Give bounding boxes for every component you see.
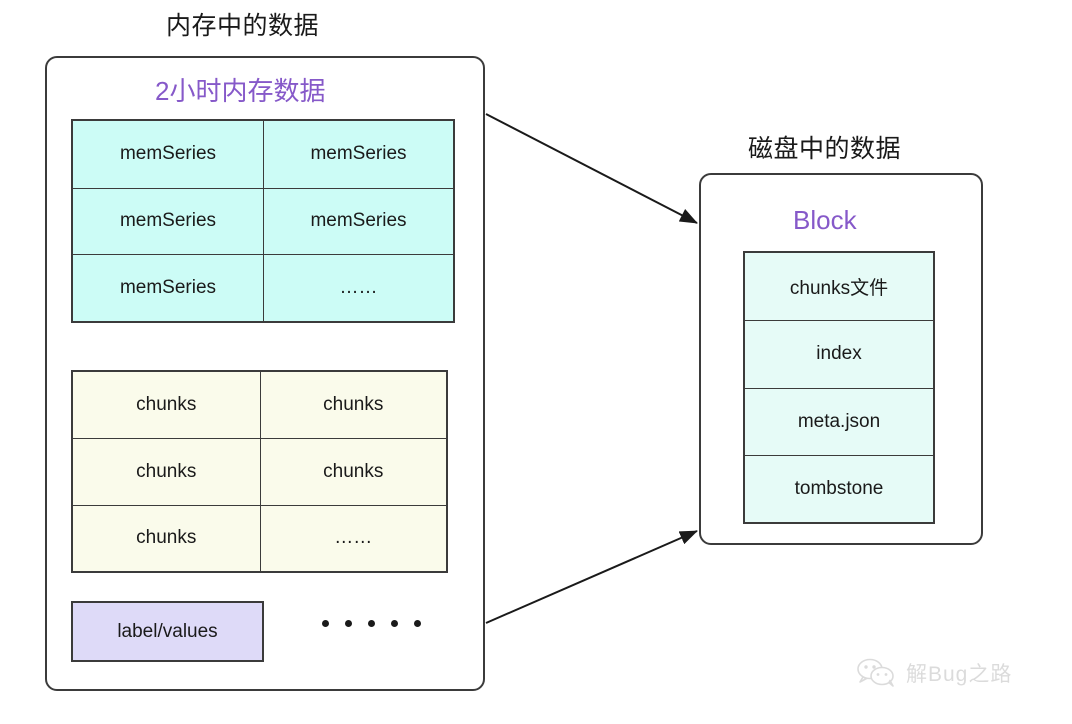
table-cell: chunks文件 (745, 253, 933, 321)
mem-series-table: memSeries memSeries memSeries memSeries … (71, 119, 455, 323)
table-cell: chunks (73, 504, 260, 571)
table-cell: meta.json (745, 387, 933, 455)
arrow-memory-to-block-top (485, 113, 698, 224)
two-hour-memory-title: 2小时内存数据 (155, 76, 326, 106)
table-cell: memSeries (73, 187, 263, 255)
bullet-dots-row (322, 620, 421, 627)
wechat-icon (857, 658, 894, 687)
chunks-table: chunks chunks chunks chunks chunks …… (71, 370, 448, 573)
table-cell: tombstone (745, 454, 933, 522)
table-cell: index (745, 320, 933, 388)
label-values-box: label/values (71, 601, 264, 662)
table-cell: chunks (259, 438, 446, 505)
arrow-memory-to-block-bottom (485, 530, 698, 624)
disk-section-title: 磁盘中的数据 (748, 135, 902, 163)
table-cell: memSeries (73, 254, 263, 321)
table-cell: chunks (73, 438, 260, 505)
table-cell: chunks (259, 372, 446, 439)
bullet-dot (391, 620, 398, 627)
table-cell-ellipsis: …… (259, 504, 446, 571)
table-cell: memSeries (263, 187, 453, 255)
memory-section-title: 内存中的数据 (166, 12, 320, 40)
table-cell: memSeries (263, 121, 453, 188)
bullet-dot (414, 620, 421, 627)
table-cell-ellipsis: …… (263, 254, 453, 321)
block-title: Block (793, 205, 857, 235)
bullet-dot (368, 620, 375, 627)
diagram-canvas: 内存中的数据 磁盘中的数据 2小时内存数据 memSeries memSerie… (0, 0, 1072, 724)
watermark-text: 解Bug之路 (906, 663, 1013, 686)
bullet-dot (345, 620, 352, 627)
bullet-dot (322, 620, 329, 627)
table-cell: chunks (73, 372, 260, 439)
table-cell: memSeries (73, 121, 263, 188)
watermark: 解Bug之路 (856, 658, 1012, 688)
block-file-table: chunks文件 index meta.json tombstone (743, 251, 935, 524)
